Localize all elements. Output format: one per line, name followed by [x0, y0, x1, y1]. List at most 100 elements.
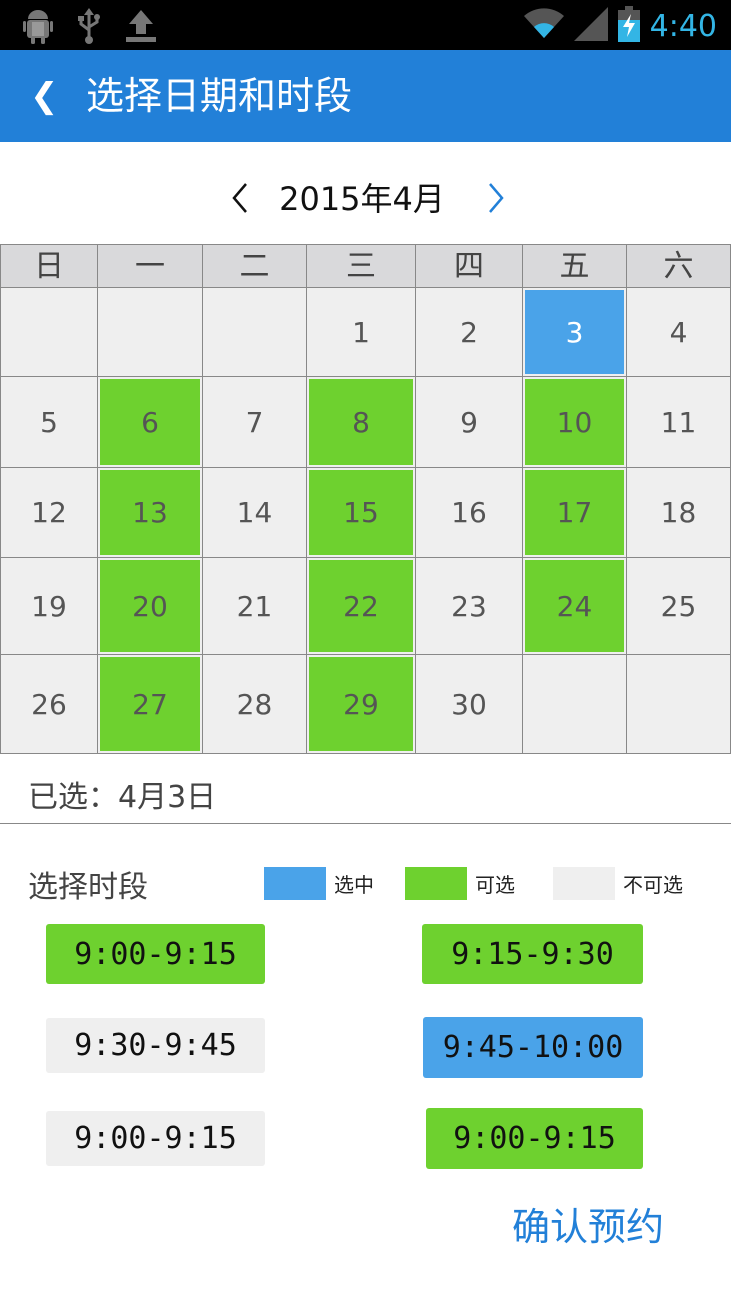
battery-charging-icon — [617, 6, 640, 46]
selected-date-text: 已选：4月3日 — [28, 780, 217, 815]
calendar-day[interactable]: 30 — [416, 655, 523, 753]
calendar-day[interactable]: 8 — [307, 377, 416, 467]
weekday-label: 一 — [98, 245, 203, 287]
time-slot-3[interactable]: 9:30-9:45 — [46, 1018, 265, 1073]
calendar-day-number: 10 — [525, 379, 624, 465]
calendar-day-number: 8 — [309, 379, 413, 465]
calendar-day[interactable]: 23 — [416, 558, 523, 654]
usb-icon — [76, 8, 102, 48]
legend-unavailable: 不可选 — [553, 867, 683, 900]
calendar-day[interactable]: 28 — [203, 655, 307, 753]
signal-icon — [573, 7, 608, 45]
calendar-day[interactable]: 22 — [307, 558, 416, 654]
calendar-day[interactable]: 4 — [627, 288, 731, 376]
calendar-week-row: 5 6 7 8 9 10 11 — [0, 377, 731, 468]
chevron-right-icon — [489, 183, 504, 213]
calendar-day-number: 16 — [451, 496, 487, 529]
calendar-day[interactable]: 5 — [0, 377, 98, 467]
calendar-day-number: 12 — [31, 496, 67, 529]
calendar-day-number: 3 — [525, 290, 624, 374]
android-icon — [22, 8, 54, 48]
calendar-day-number — [100, 290, 200, 374]
calendar-day[interactable]: 15 — [307, 468, 416, 557]
calendar-day-number: 18 — [660, 496, 697, 529]
calendar-day-number: 7 — [245, 405, 264, 439]
app-bar: ❮ 选择日期和时段 — [0, 50, 731, 142]
calendar-day[interactable]: 11 — [627, 377, 731, 467]
calendar-day-number — [3, 290, 95, 374]
calendar-empty-cell — [203, 288, 307, 376]
calendar-day-number: 9 — [460, 405, 478, 439]
calendar-day[interactable]: 2 — [416, 288, 523, 376]
calendar-day[interactable]: 3 — [523, 288, 627, 376]
time-slot-6[interactable]: 9:00-9:15 — [426, 1108, 643, 1169]
calendar-day[interactable]: 17 — [523, 468, 627, 557]
calendar-day-number: 14 — [236, 496, 273, 529]
calendar-day-number: 27 — [100, 657, 200, 751]
calendar-day-number: 24 — [525, 560, 624, 652]
time-slot-5[interactable]: 9:00-9:15 — [46, 1111, 265, 1166]
calendar-day[interactable]: 19 — [0, 558, 98, 654]
calendar-empty-cell — [627, 655, 731, 753]
calendar-day[interactable]: 27 — [98, 655, 203, 753]
calendar-day-number: 29 — [309, 657, 413, 751]
calendar-day[interactable]: 21 — [203, 558, 307, 654]
calendar-day-number: 28 — [236, 687, 273, 721]
calendar-day[interactable]: 13 — [98, 468, 203, 557]
calendar-day[interactable]: 12 — [0, 468, 98, 557]
calendar-day[interactable]: 25 — [627, 558, 731, 654]
calendar-day-number: 5 — [40, 405, 58, 439]
calendar-day-number: 6 — [100, 379, 200, 465]
month-navigator: 2015年4月 — [0, 168, 731, 228]
status-time: 4:40 — [649, 8, 717, 44]
upload-icon — [124, 8, 158, 48]
time-slot-4[interactable]: 9:45-10:00 — [423, 1017, 643, 1078]
legend-swatch-unavailable — [553, 867, 615, 900]
calendar-day[interactable]: 20 — [98, 558, 203, 654]
calendar-day-number: 21 — [236, 589, 273, 623]
calendar-day-number: 22 — [309, 560, 413, 652]
time-slot-title: 选择时段 — [28, 870, 148, 905]
calendar-day[interactable]: 24 — [523, 558, 627, 654]
back-button[interactable]: ❮ — [30, 74, 70, 118]
back-chevron-icon: ❮ — [30, 76, 59, 116]
calendar-day-number: 11 — [660, 405, 697, 439]
calendar-day[interactable]: 1 — [307, 288, 416, 376]
calendar-week-row: 19 20 21 22 23 24 25 — [0, 558, 731, 655]
calendar-week-row: 1 2 3 4 — [0, 288, 731, 377]
legend-swatch-selected — [264, 867, 326, 900]
calendar-day-number: 30 — [451, 687, 487, 721]
calendar-day[interactable]: 7 — [203, 377, 307, 467]
calendar-day[interactable]: 14 — [203, 468, 307, 557]
calendar-day-number: 1 — [352, 315, 370, 349]
calendar-empty-cell — [98, 288, 203, 376]
weekday-label: 四 — [416, 245, 523, 287]
page-title: 选择日期和时段 — [86, 74, 353, 118]
next-month-button[interactable] — [478, 178, 514, 218]
calendar-body: 1 2 3 4 5 6 7 8 9 10 11 12 13 14 15 16 17 18 19 20 21 22 23 24 2… — [0, 288, 731, 754]
time-slot-1[interactable]: 9:00-9:15 — [46, 924, 265, 984]
divider — [0, 823, 731, 824]
calendar-day[interactable]: 29 — [307, 655, 416, 753]
weekday-header: 日一二三四五六 — [0, 244, 731, 288]
calendar-day[interactable]: 10 — [523, 377, 627, 467]
weekday-label: 六 — [627, 245, 731, 287]
calendar-day-number: 4 — [669, 315, 688, 349]
prev-month-button[interactable] — [222, 178, 258, 218]
weekday-label: 二 — [203, 245, 307, 287]
calendar-day-number: 25 — [660, 589, 697, 623]
calendar-day[interactable]: 26 — [0, 655, 98, 753]
calendar-week-row: 26 27 28 29 30 — [0, 655, 731, 754]
confirm-booking-button[interactable]: 确认预约 — [512, 1196, 664, 1251]
calendar-day[interactable]: 16 — [416, 468, 523, 557]
calendar-day-number — [629, 657, 728, 751]
chevron-left-icon — [232, 183, 247, 213]
calendar-day-number: 2 — [460, 315, 478, 349]
time-slot-2[interactable]: 9:15-9:30 — [422, 924, 643, 984]
legend-selected: 选中 — [264, 867, 374, 900]
calendar-day[interactable]: 18 — [627, 468, 731, 557]
calendar-week-row: 12 13 14 15 16 17 18 — [0, 468, 731, 558]
calendar-day[interactable]: 6 — [98, 377, 203, 467]
calendar-day[interactable]: 9 — [416, 377, 523, 467]
calendar-day-number — [205, 290, 304, 374]
